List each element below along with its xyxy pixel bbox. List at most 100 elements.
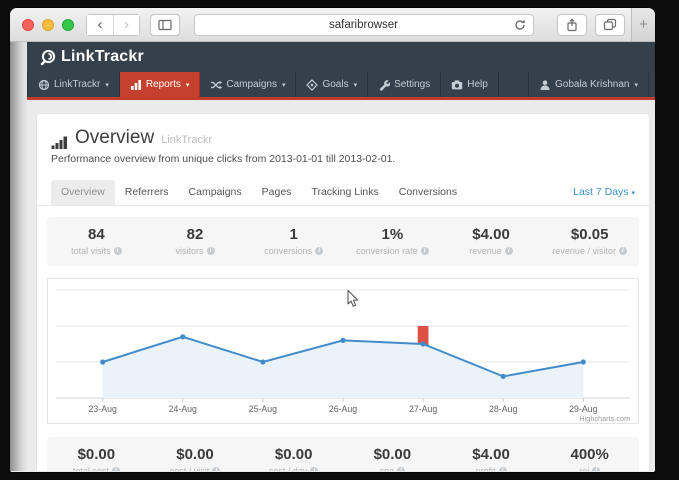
camera-icon [451,79,463,91]
chevron-down-icon: ▾ [631,190,635,197]
info-icon[interactable]: i [310,467,318,471]
nav-item-help[interactable]: Help [441,72,499,97]
data-point[interactable] [501,374,506,379]
stat-label: roii [540,466,639,471]
tab-referrers[interactable]: Referrers [115,180,179,205]
stat-label: cost / visiti [146,466,245,471]
info-icon[interactable]: i [112,467,120,471]
traffic-lights [22,19,74,31]
info-icon[interactable]: i [207,247,215,255]
chevron-down-icon: ▾ [354,81,358,89]
stat-value: 1% [343,226,442,243]
x-axis-label: 27-Aug [409,404,437,414]
nav-item-goals[interactable]: Goals ▾ [296,72,368,97]
user-icon [539,79,551,91]
tab-tracking-links[interactable]: Tracking Links [301,180,388,205]
user-menu[interactable]: Gobala Krishnan ▾ [528,72,649,97]
date-range-label: Last 7 Days [573,186,628,198]
info-icon[interactable]: i [397,467,405,471]
user-name: Gobala Krishnan [555,79,630,90]
stat-value: $4.00 [442,226,541,243]
chevron-down-icon: ▾ [282,81,286,89]
tab-pages[interactable]: Pages [252,180,302,205]
brand-name[interactable]: LinkTrackr [61,48,144,66]
highcharts-credit[interactable]: Highcharts.com [579,414,630,423]
stat-cost-day: $0.00 cost / dayi [244,446,343,471]
nav-item-reports[interactable]: Reports ▾ [120,72,201,97]
stat-label: cost / dayi [244,466,343,471]
address-bar-text: safaribrowser [329,19,398,31]
tab-overview-button[interactable] [595,14,625,36]
browser-viewport: LinkTrackr LinkTrackr▾Reports▾Campaigns▾… [10,42,655,471]
x-axis-label: 23-Aug [89,404,117,414]
goal-icon [306,79,318,91]
data-point[interactable] [180,334,185,339]
info-icon[interactable]: i [114,247,122,255]
window-left-edge [10,42,27,471]
chevron-down-icon: ▾ [634,81,638,89]
overview-card: Overview LinkTrackr Performance overview… [37,114,649,471]
stat-profit: $4.00 profiti [442,446,541,471]
nav-spacer [499,72,528,97]
stat-value: $0.00 [244,446,343,463]
data-point[interactable] [260,359,265,364]
linktrackr-logo-icon[interactable] [39,48,57,66]
minimize-button[interactable] [42,19,54,31]
chevron-down-icon: ▾ [105,81,109,89]
info-icon[interactable]: i [499,467,507,471]
chart-icon [130,79,142,91]
address-bar[interactable]: safaribrowser [194,14,534,36]
share-button[interactable] [557,14,587,36]
page-content: Overview LinkTrackr Performance overview… [27,100,655,471]
sidebar-toggle-button[interactable] [150,14,180,36]
brand-row: LinkTrackr [27,42,655,72]
tab-campaigns[interactable]: Campaigns [179,180,252,205]
back-button[interactable]: ‹ [87,15,113,35]
stat-value: $4.00 [442,446,541,463]
info-icon[interactable]: i [505,247,513,255]
nav-item-settings[interactable]: Settings [368,72,441,97]
nav-item-label: Goals [322,79,348,90]
refresh-icon [513,18,527,32]
area-fill [103,337,584,398]
stat-label: profiti [442,466,541,471]
info-icon[interactable]: i [212,467,220,471]
browser-toolbar: ‹ › safaribrowser + [10,8,655,42]
tab-conversions[interactable]: Conversions [389,180,467,205]
data-point[interactable] [100,359,105,364]
sidebar-icon [158,19,172,31]
stat-label: conversion ratei [343,246,442,256]
refresh-button[interactable] [513,18,527,35]
new-tab-button[interactable]: + [631,8,655,41]
info-icon[interactable]: i [421,247,429,255]
stat-value: 400% [540,446,639,463]
date-range-dropdown[interactable]: Last 7 Days ▾ [573,180,635,205]
share-icon [566,18,578,32]
page-title-suffix: LinkTrackr [161,134,212,146]
stat-value: 1 [244,226,343,243]
stat-total-visits: 84total visitsi [47,226,146,256]
info-icon[interactable]: i [592,467,600,471]
page-title: Overview [75,127,154,149]
info-icon[interactable]: i [619,247,627,255]
close-button[interactable] [22,19,34,31]
data-point[interactable] [421,341,426,346]
page-header: Overview LinkTrackr Performance overview… [37,114,649,174]
stat-revenue: $4.00revenuei [442,226,541,256]
chevron-down-icon: ▾ [186,81,190,89]
data-point[interactable] [340,338,345,343]
stat-value: 84 [47,226,146,243]
stats-bottom-panel: $0.00total costi$0.00cost / visiti$0.00c… [47,437,639,471]
stat-label: conversionsi [244,246,343,256]
visits-chart[interactable]: 23-Aug24-Aug25-Aug26-Aug27-Aug28-Aug29-A… [47,278,639,424]
tab-overview[interactable]: Overview [51,180,115,205]
tabs-icon [603,18,617,31]
info-icon[interactable]: i [315,247,323,255]
nav-item-linktrackr[interactable]: LinkTrackr▾ [27,72,120,97]
nav-item-campaigns[interactable]: Campaigns▾ [200,72,296,97]
forward-button[interactable]: › [113,15,139,35]
data-point[interactable] [581,359,586,364]
stat-visitors: 82visitorsi [146,226,245,256]
nav-item-label: Reports [146,79,181,90]
zoom-button[interactable] [62,19,74,31]
